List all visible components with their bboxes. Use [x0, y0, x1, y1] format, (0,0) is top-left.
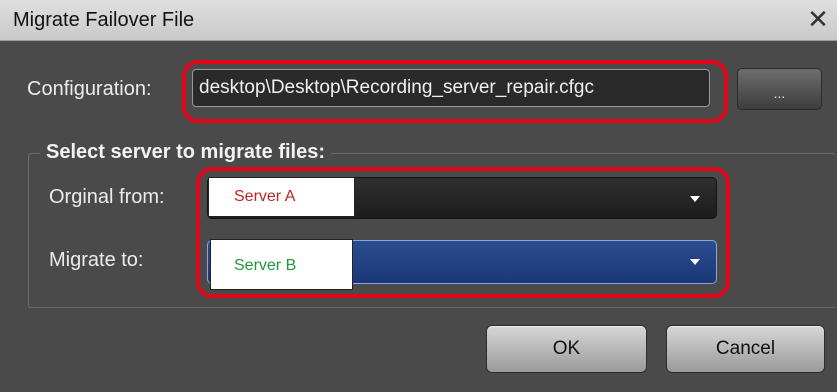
chevron-down-icon [690, 196, 700, 202]
cancel-button[interactable]: Cancel [666, 325, 825, 373]
migrate-to-label: Migrate to: [49, 249, 144, 271]
close-icon[interactable]: ✕ [803, 4, 833, 34]
chevron-down-icon [690, 259, 700, 265]
original-from-label: Orginal from: [49, 186, 165, 208]
configuration-label: Configuration: [27, 78, 152, 100]
server-a-annotation: Server A [208, 177, 355, 217]
migrate-failover-dialog: Migrate Failover File ✕ Configuration: d… [0, 0, 837, 392]
browse-button[interactable]: ... [737, 68, 822, 110]
server-b-annotation: Server B [210, 239, 353, 290]
window-title: Migrate Failover File [13, 9, 195, 31]
configuration-path-field[interactable]: desktop\Desktop\Recording_server_repair.… [192, 69, 710, 107]
title-bar: Migrate Failover File ✕ [0, 0, 837, 41]
ok-button[interactable]: OK [486, 325, 647, 373]
group-title: Select server to migrate files: [40, 141, 332, 164]
